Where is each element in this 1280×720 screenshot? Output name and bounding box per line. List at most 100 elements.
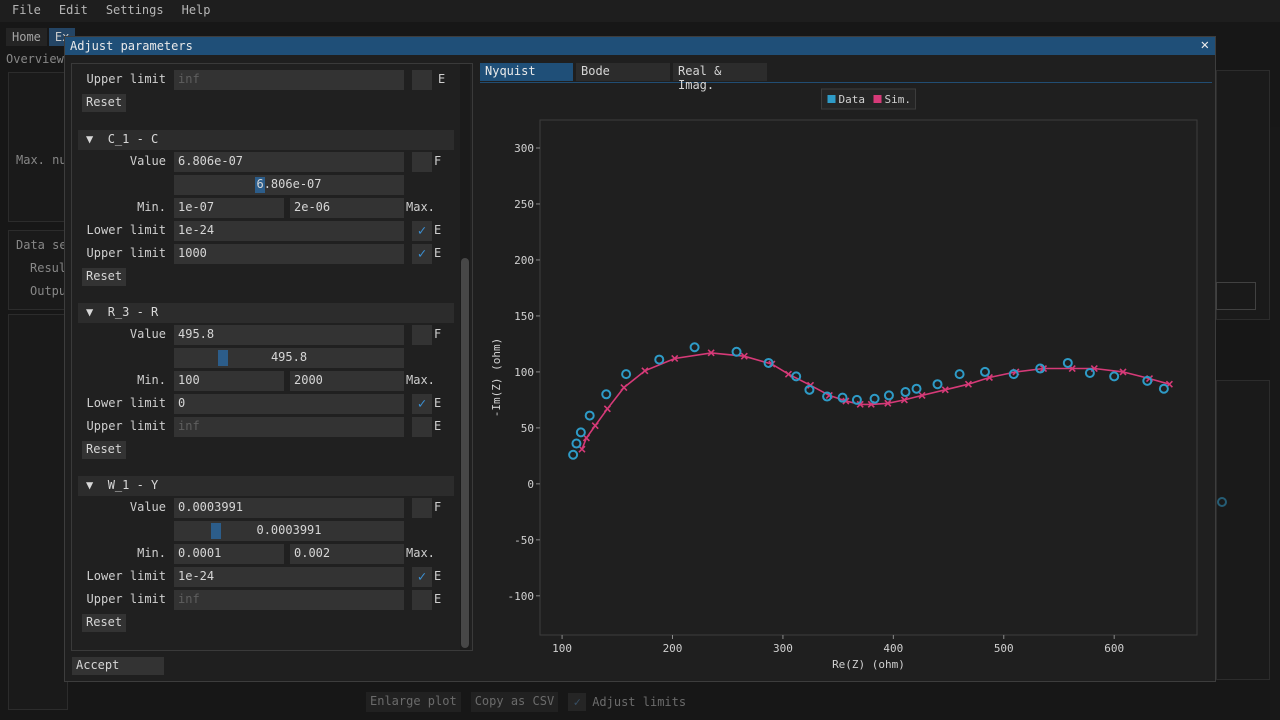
fixed-f-label: F bbox=[434, 154, 442, 168]
upper-limit-checkbox[interactable] bbox=[412, 590, 432, 610]
value-label: Value bbox=[129, 154, 166, 168]
upper-limit-field[interactable]: inf bbox=[174, 590, 404, 610]
legend-sim-label: Sim. bbox=[885, 93, 912, 106]
value-field[interactable]: 6.806e-07 bbox=[174, 152, 404, 172]
value-field[interactable]: 0.0003991 bbox=[174, 498, 404, 518]
min-label: Min. bbox=[137, 200, 166, 214]
y-tick-label: 0 bbox=[527, 478, 534, 491]
section-title: R_3 - R bbox=[107, 305, 159, 319]
section-header-w_1[interactable]: ▼ W_1 - Y bbox=[78, 476, 454, 496]
upper-limit-label: Upper limit bbox=[86, 592, 166, 606]
max-field[interactable]: 0.002 bbox=[290, 544, 404, 564]
upper-limit-e-label: E bbox=[434, 419, 442, 433]
value-field[interactable]: 495.8 bbox=[174, 325, 404, 345]
section-header-c_1[interactable]: ▼ C_1 - C bbox=[78, 130, 454, 150]
plot-tab-bar: Nyquist Bode Real & Imag. bbox=[480, 63, 1212, 92]
max-label: Max. bbox=[406, 546, 435, 560]
reset-button[interactable]: Reset bbox=[82, 614, 127, 632]
value-slider[interactable]: 6.806e-07 bbox=[174, 175, 404, 195]
y-tick-label: -100 bbox=[508, 590, 535, 603]
scrollbar-thumb[interactable] bbox=[461, 258, 469, 648]
x-tick-label: 400 bbox=[883, 642, 903, 655]
collapse-icon[interactable]: ▼ bbox=[86, 305, 93, 319]
legend-data-swatch bbox=[827, 95, 836, 103]
reset-button[interactable]: Reset bbox=[82, 441, 127, 459]
tab-nyquist[interactable]: Nyquist bbox=[480, 63, 573, 81]
lower-limit-e-label: E bbox=[434, 223, 442, 237]
x-tick-label: 200 bbox=[663, 642, 683, 655]
lower-limit-checkbox[interactable]: ✓ bbox=[412, 394, 432, 414]
upper-limit-checkbox[interactable] bbox=[412, 70, 432, 90]
x-tick-label: 100 bbox=[552, 642, 572, 655]
plot-area bbox=[539, 119, 1198, 636]
value-slider[interactable]: 0.0003991 bbox=[174, 521, 404, 541]
min-label: Min. bbox=[137, 546, 166, 560]
y-tick-label: 300 bbox=[514, 142, 534, 155]
y-tick-label: 200 bbox=[514, 254, 534, 267]
upper-limit-field[interactable]: inf bbox=[174, 70, 404, 90]
lower-limit-label: Lower limit bbox=[86, 396, 166, 410]
lower-limit-field[interactable]: 0 bbox=[174, 394, 404, 414]
collapse-icon[interactable]: ▼ bbox=[86, 478, 93, 492]
upper-limit-label: Upper limit bbox=[86, 246, 166, 260]
lower-limit-field[interactable]: 1e-24 bbox=[174, 567, 404, 587]
nyquist-plot: 100 200 300 400 500 600 -100 -50 0 50 100 150 200 250… bbox=[490, 88, 1198, 671]
fixed-checkbox[interactable] bbox=[412, 152, 432, 172]
adjust-parameters-dialog: Adjust parameters ✕ Upper limit inf E Re… bbox=[64, 36, 1216, 682]
legend-data-label: Data bbox=[839, 93, 866, 106]
min-field[interactable]: 1e-07 bbox=[174, 198, 284, 218]
max-field[interactable]: 2e-06 bbox=[290, 198, 404, 218]
checkmark-icon: ✓ bbox=[417, 223, 427, 239]
section-title: C_1 - C bbox=[107, 132, 159, 146]
y-tick-label: 150 bbox=[514, 310, 534, 323]
y-axis-label: -Im(Z) (ohm) bbox=[490, 338, 503, 417]
section-header-r_3[interactable]: ▼ R_3 - R bbox=[78, 303, 454, 323]
value-label: Value bbox=[129, 327, 166, 341]
checkmark-icon: ✓ bbox=[417, 246, 427, 262]
lower-limit-field[interactable]: 1e-24 bbox=[174, 221, 404, 241]
lower-limit-e-label: E bbox=[434, 569, 442, 583]
y-tick-label: 250 bbox=[514, 198, 534, 211]
lower-limit-label: Lower limit bbox=[86, 569, 166, 583]
max-label: Max. bbox=[406, 200, 435, 214]
fixed-checkbox[interactable] bbox=[412, 498, 432, 518]
lower-limit-e-label: E bbox=[434, 396, 442, 410]
upper-limit-field[interactable]: inf bbox=[174, 417, 404, 437]
upper-limit-e-label: E bbox=[434, 246, 442, 260]
fixed-f-label: F bbox=[434, 327, 442, 341]
accept-button[interactable]: Accept bbox=[72, 657, 164, 675]
reset-button[interactable]: Reset bbox=[82, 94, 127, 112]
dialog-titlebar[interactable]: Adjust parameters ✕ bbox=[65, 37, 1215, 55]
slider-value: 6.806e-07 bbox=[256, 177, 322, 191]
x-axis-label: Re(Z) (ohm) bbox=[832, 658, 905, 671]
close-icon[interactable]: ✕ bbox=[1201, 37, 1209, 53]
upper-limit-label: Upper limit bbox=[86, 72, 166, 86]
min-field[interactable]: 0.0001 bbox=[174, 544, 284, 564]
upper-limit-checkbox[interactable] bbox=[412, 417, 432, 437]
upper-limit-field[interactable]: 1000 bbox=[174, 244, 404, 264]
x-tick-label: 600 bbox=[1104, 642, 1124, 655]
reset-button[interactable]: Reset bbox=[82, 268, 127, 286]
max-field[interactable]: 2000 bbox=[290, 371, 404, 391]
y-tick-label: 100 bbox=[514, 366, 534, 379]
upper-limit-label: Upper limit bbox=[86, 419, 166, 433]
y-tick-label: 50 bbox=[521, 422, 534, 435]
lower-limit-label: Lower limit bbox=[86, 223, 166, 237]
collapse-icon[interactable]: ▼ bbox=[86, 132, 93, 146]
max-label: Max. bbox=[406, 373, 435, 387]
legend-sim-swatch bbox=[873, 95, 882, 103]
x-tick-label: 500 bbox=[994, 642, 1014, 655]
checkmark-icon: ✓ bbox=[417, 396, 427, 412]
scrollbar[interactable] bbox=[460, 64, 470, 650]
min-field[interactable]: 100 bbox=[174, 371, 284, 391]
value-slider[interactable]: 495.8 bbox=[174, 348, 404, 368]
slider-value: 495.8 bbox=[270, 350, 308, 364]
fixed-checkbox[interactable] bbox=[412, 325, 432, 345]
tab-bode[interactable]: Bode bbox=[576, 63, 670, 81]
lower-limit-checkbox[interactable]: ✓ bbox=[412, 221, 432, 241]
value-label: Value bbox=[129, 500, 166, 514]
lower-limit-checkbox[interactable]: ✓ bbox=[412, 567, 432, 587]
upper-limit-checkbox[interactable]: ✓ bbox=[412, 244, 432, 264]
tab-real-imag[interactable]: Real & Imag. bbox=[673, 63, 767, 92]
parameters-panel: Upper limit inf E Reset ▼ C_1 - C Value … bbox=[71, 63, 473, 651]
